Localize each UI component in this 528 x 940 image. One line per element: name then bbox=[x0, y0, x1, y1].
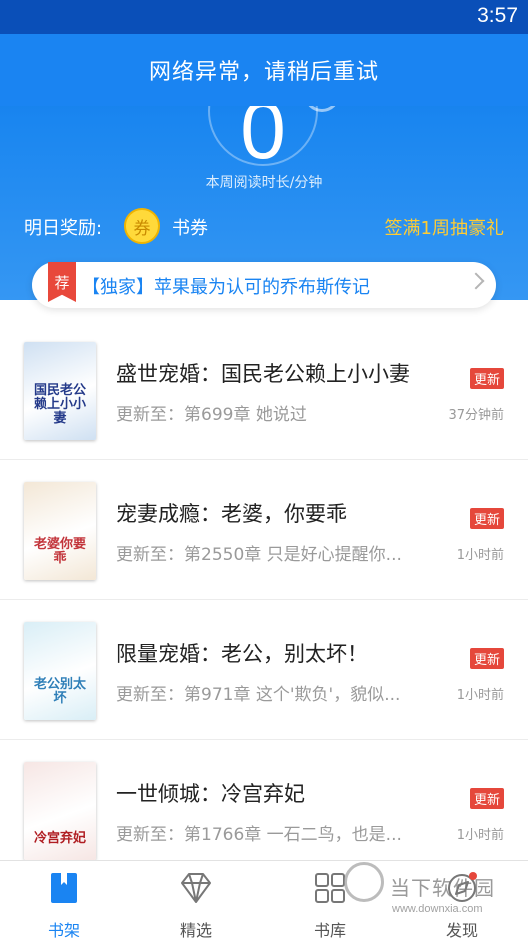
nav-label: 精选 bbox=[179, 921, 212, 940]
book-row[interactable]: 冷宫弃妃 一世倾城：冷宫弃妃 更新至：第1766章 一石二鸟，也是... 更新 … bbox=[0, 740, 528, 880]
recommend-banner[interactable]: 荐 【独家】苹果最为认可的乔布斯传记 bbox=[32, 262, 496, 308]
nav-featured[interactable]: 精选 bbox=[156, 867, 236, 940]
book-title: 盛世宠婚：国民老公赖上小小妻 bbox=[116, 362, 410, 386]
reward-label: 明日奖励: bbox=[24, 218, 103, 239]
book-cover: 国民老公赖上小小妻 bbox=[24, 342, 96, 440]
network-error-banner[interactable]: 网络异常，请稍后重试 bbox=[0, 34, 528, 106]
book-update: 更新至：第971章 这个'欺负'，貌似... bbox=[116, 685, 401, 705]
status-bar: 3:57 bbox=[0, 0, 528, 34]
book-row[interactable]: 老婆你要乖 宠妻成瘾：老婆，你要乖 更新至：第2550章 只是好心提醒你... … bbox=[0, 460, 528, 600]
book-row[interactable]: 国民老公赖上小小妻 盛世宠婚：国民老公赖上小小妻 更新至：第699章 她说过 更… bbox=[0, 320, 528, 460]
reward-row: 明日奖励: 券 书券 签满1周抽豪礼 bbox=[0, 206, 528, 246]
book-cover-text: 国民老公赖上小小妻 bbox=[33, 383, 86, 426]
nav-label: 发现 bbox=[445, 921, 478, 940]
book-row[interactable]: 老公别太坏 限量宠婚：老公，别太坏！ 更新至：第971章 这个'欺负'，貌似..… bbox=[0, 600, 528, 740]
book-cover: 冷宫弃妃 bbox=[24, 762, 96, 860]
book-title: 一世倾城：冷宫弃妃 bbox=[116, 782, 305, 806]
reading-minutes-label: 本周阅读时长/分钟 bbox=[205, 175, 323, 191]
nav-label: 书库 bbox=[313, 921, 346, 940]
watermark-logo bbox=[344, 862, 384, 902]
recommend-text: 【独家】苹果最为认可的乔布斯传记 bbox=[82, 277, 370, 298]
coupon-label: 书券 bbox=[172, 218, 208, 239]
coupon-coin-icon: 券 bbox=[124, 208, 160, 244]
update-badge: 更新 bbox=[469, 788, 504, 809]
bookshelf-icon bbox=[51, 873, 77, 903]
diamond-icon bbox=[181, 873, 211, 903]
book-cover-text: 老婆你要乖 bbox=[33, 537, 86, 566]
book-title: 宠妻成瘾：老婆，你要乖 bbox=[116, 502, 347, 526]
book-list: 国民老公赖上小小妻 盛世宠婚：国民老公赖上小小妻 更新至：第699章 她说过 更… bbox=[0, 320, 528, 880]
update-badge: 更新 bbox=[469, 508, 504, 529]
watermark-url: www.downxia.com bbox=[392, 903, 483, 915]
update-badge: 更新 bbox=[469, 368, 504, 389]
book-update-time: 37分钟前 bbox=[448, 408, 504, 423]
book-cover: 老婆你要乖 bbox=[24, 482, 96, 580]
update-badge: 更新 bbox=[469, 648, 504, 669]
book-update: 更新至：第1766章 一石二鸟，也是... bbox=[116, 825, 402, 845]
nav-label: 书架 bbox=[47, 921, 80, 940]
book-cover-text: 老公别太坏 bbox=[33, 677, 86, 706]
book-update: 更新至：第699章 她说过 bbox=[116, 405, 307, 425]
chevron-right-icon bbox=[467, 272, 485, 290]
book-title: 限量宠婚：老公，别太坏！ bbox=[116, 642, 368, 666]
book-update: 更新至：第2550章 只是好心提醒你... bbox=[116, 545, 402, 565]
status-time: 3:57 bbox=[477, 4, 518, 27]
watermark-text: 当下软件园 bbox=[390, 876, 495, 900]
recommend-tag: 荐 bbox=[48, 262, 76, 302]
book-update-time: 1小时前 bbox=[456, 688, 504, 703]
nav-bookshelf[interactable]: 书架 bbox=[24, 867, 104, 940]
book-update-time: 1小时前 bbox=[456, 828, 504, 843]
book-cover-text: 冷宫弃妃 bbox=[33, 831, 86, 846]
book-cover: 老公别太坏 bbox=[24, 622, 96, 720]
book-update-time: 1小时前 bbox=[456, 548, 504, 563]
grid-icon bbox=[315, 873, 345, 903]
lottery-link[interactable]: 签满1周抽豪礼 bbox=[385, 214, 504, 240]
